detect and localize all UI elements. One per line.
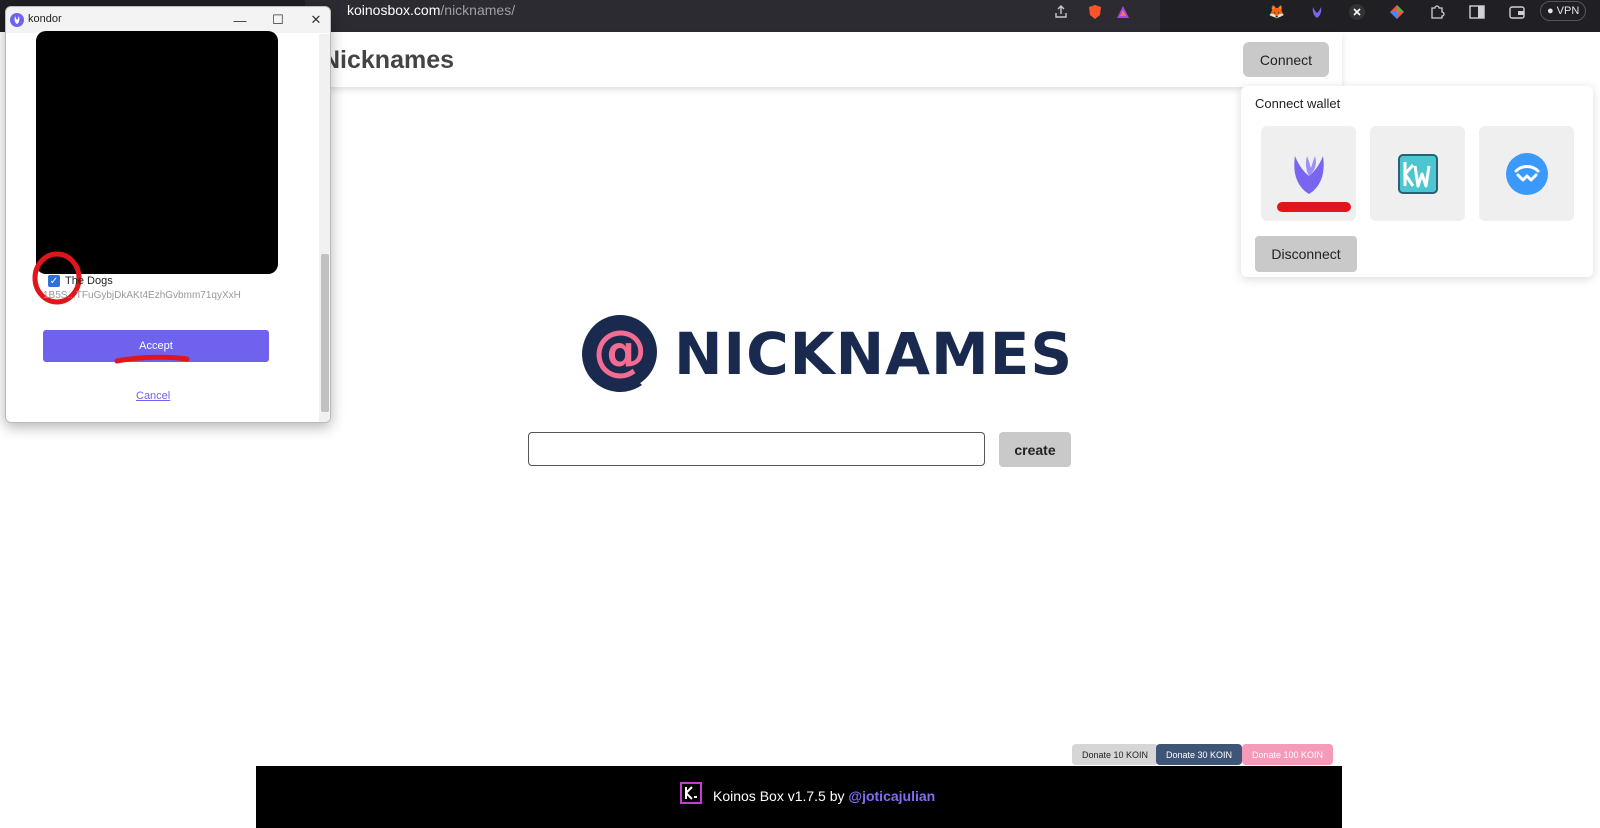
redacted-nft-image [36, 31, 278, 274]
create-button[interactable]: create [999, 432, 1071, 467]
connect-wallet-panel: Connect wallet Disconnect [1241, 86, 1593, 277]
walletconnect-icon [1505, 152, 1548, 195]
share-icon[interactable] [1053, 4, 1069, 20]
scrollbar-thumb[interactable] [321, 254, 329, 412]
color-extension-icon[interactable] [1388, 3, 1406, 21]
popup-title: kondor [28, 13, 62, 25]
popup-scrollbar[interactable] [319, 34, 330, 422]
logo-text: NICKNAMES [674, 320, 1074, 388]
author-link[interactable]: @joticajulian [848, 788, 935, 804]
close-icon[interactable]: ✕ [306, 10, 326, 30]
cancel-link[interactable]: Cancel [136, 390, 170, 402]
nickname-input[interactable] [528, 432, 985, 466]
extensions-puzzle-icon[interactable] [1428, 3, 1446, 21]
popup-titlebar: kondor — ☐ ✕ [6, 7, 330, 33]
metamask-icon[interactable]: 🦊 [1268, 3, 1286, 21]
vpn-icon: ● [1547, 5, 1554, 17]
vpn-button[interactable]: ● VPN [1540, 1, 1587, 21]
kondor-app-icon [10, 13, 24, 27]
address-bar[interactable]: koinosbox.com/nicknames/ [305, 0, 1160, 32]
page-title: Nicknames [322, 46, 455, 74]
maximize-icon[interactable]: ☐ [268, 10, 288, 30]
brave-rewards-icon[interactable] [1115, 4, 1131, 20]
wallet-panel-title: Connect wallet [1255, 96, 1341, 111]
connect-button[interactable]: Connect [1243, 42, 1329, 77]
wallet-icon[interactable] [1508, 3, 1526, 21]
brave-shield-icon[interactable] [1087, 4, 1103, 20]
x-extension-icon[interactable] [1348, 3, 1366, 21]
footer-text: Koinos Box v1.7.5 by @joticajulian [713, 788, 936, 804]
nicknames-logo: @ NICKNAMES [580, 314, 1073, 394]
minimize-icon[interactable]: — [230, 10, 250, 30]
kondor-logo-icon [1293, 155, 1324, 194]
kw-logo-icon [1397, 153, 1438, 194]
kondor-extension-icon[interactable] [1308, 3, 1326, 21]
donate-10-button[interactable]: Donate 10 KOIN [1072, 744, 1159, 765]
nft-name: The Dogs [65, 275, 113, 287]
disconnect-button[interactable]: Disconnect [1255, 236, 1357, 272]
koinos-wallet-option[interactable] [1370, 126, 1465, 221]
red-underline-mark [114, 354, 190, 364]
walletconnect-option[interactable] [1479, 126, 1574, 221]
url-text[interactable]: koinosbox.com/nicknames/ [347, 2, 515, 18]
sidebar-toggle-icon[interactable] [1468, 3, 1486, 21]
nft-address: 1B5S...TFuGybjDkAKt4EzhGvbmm71qyXxH [43, 290, 241, 301]
red-underline-mark [1277, 202, 1351, 212]
donate-30-button[interactable]: Donate 30 KOIN [1156, 744, 1243, 765]
at-sign-icon: @ [582, 315, 657, 392]
kondor-wallet-option[interactable] [1261, 126, 1356, 221]
svg-text:@: @ [593, 319, 647, 382]
footer: Koinos Box v1.7.5 by @joticajulian [256, 766, 1342, 828]
koinos-box-logo-icon [680, 782, 702, 804]
kondor-popup-window: kondor — ☐ ✕ ✓ The Dogs 1B5S...TFuGybjDk… [5, 6, 331, 423]
page-header: Nicknames [256, 32, 1342, 87]
donate-100-button[interactable]: Donate 100 KOIN [1242, 744, 1334, 765]
